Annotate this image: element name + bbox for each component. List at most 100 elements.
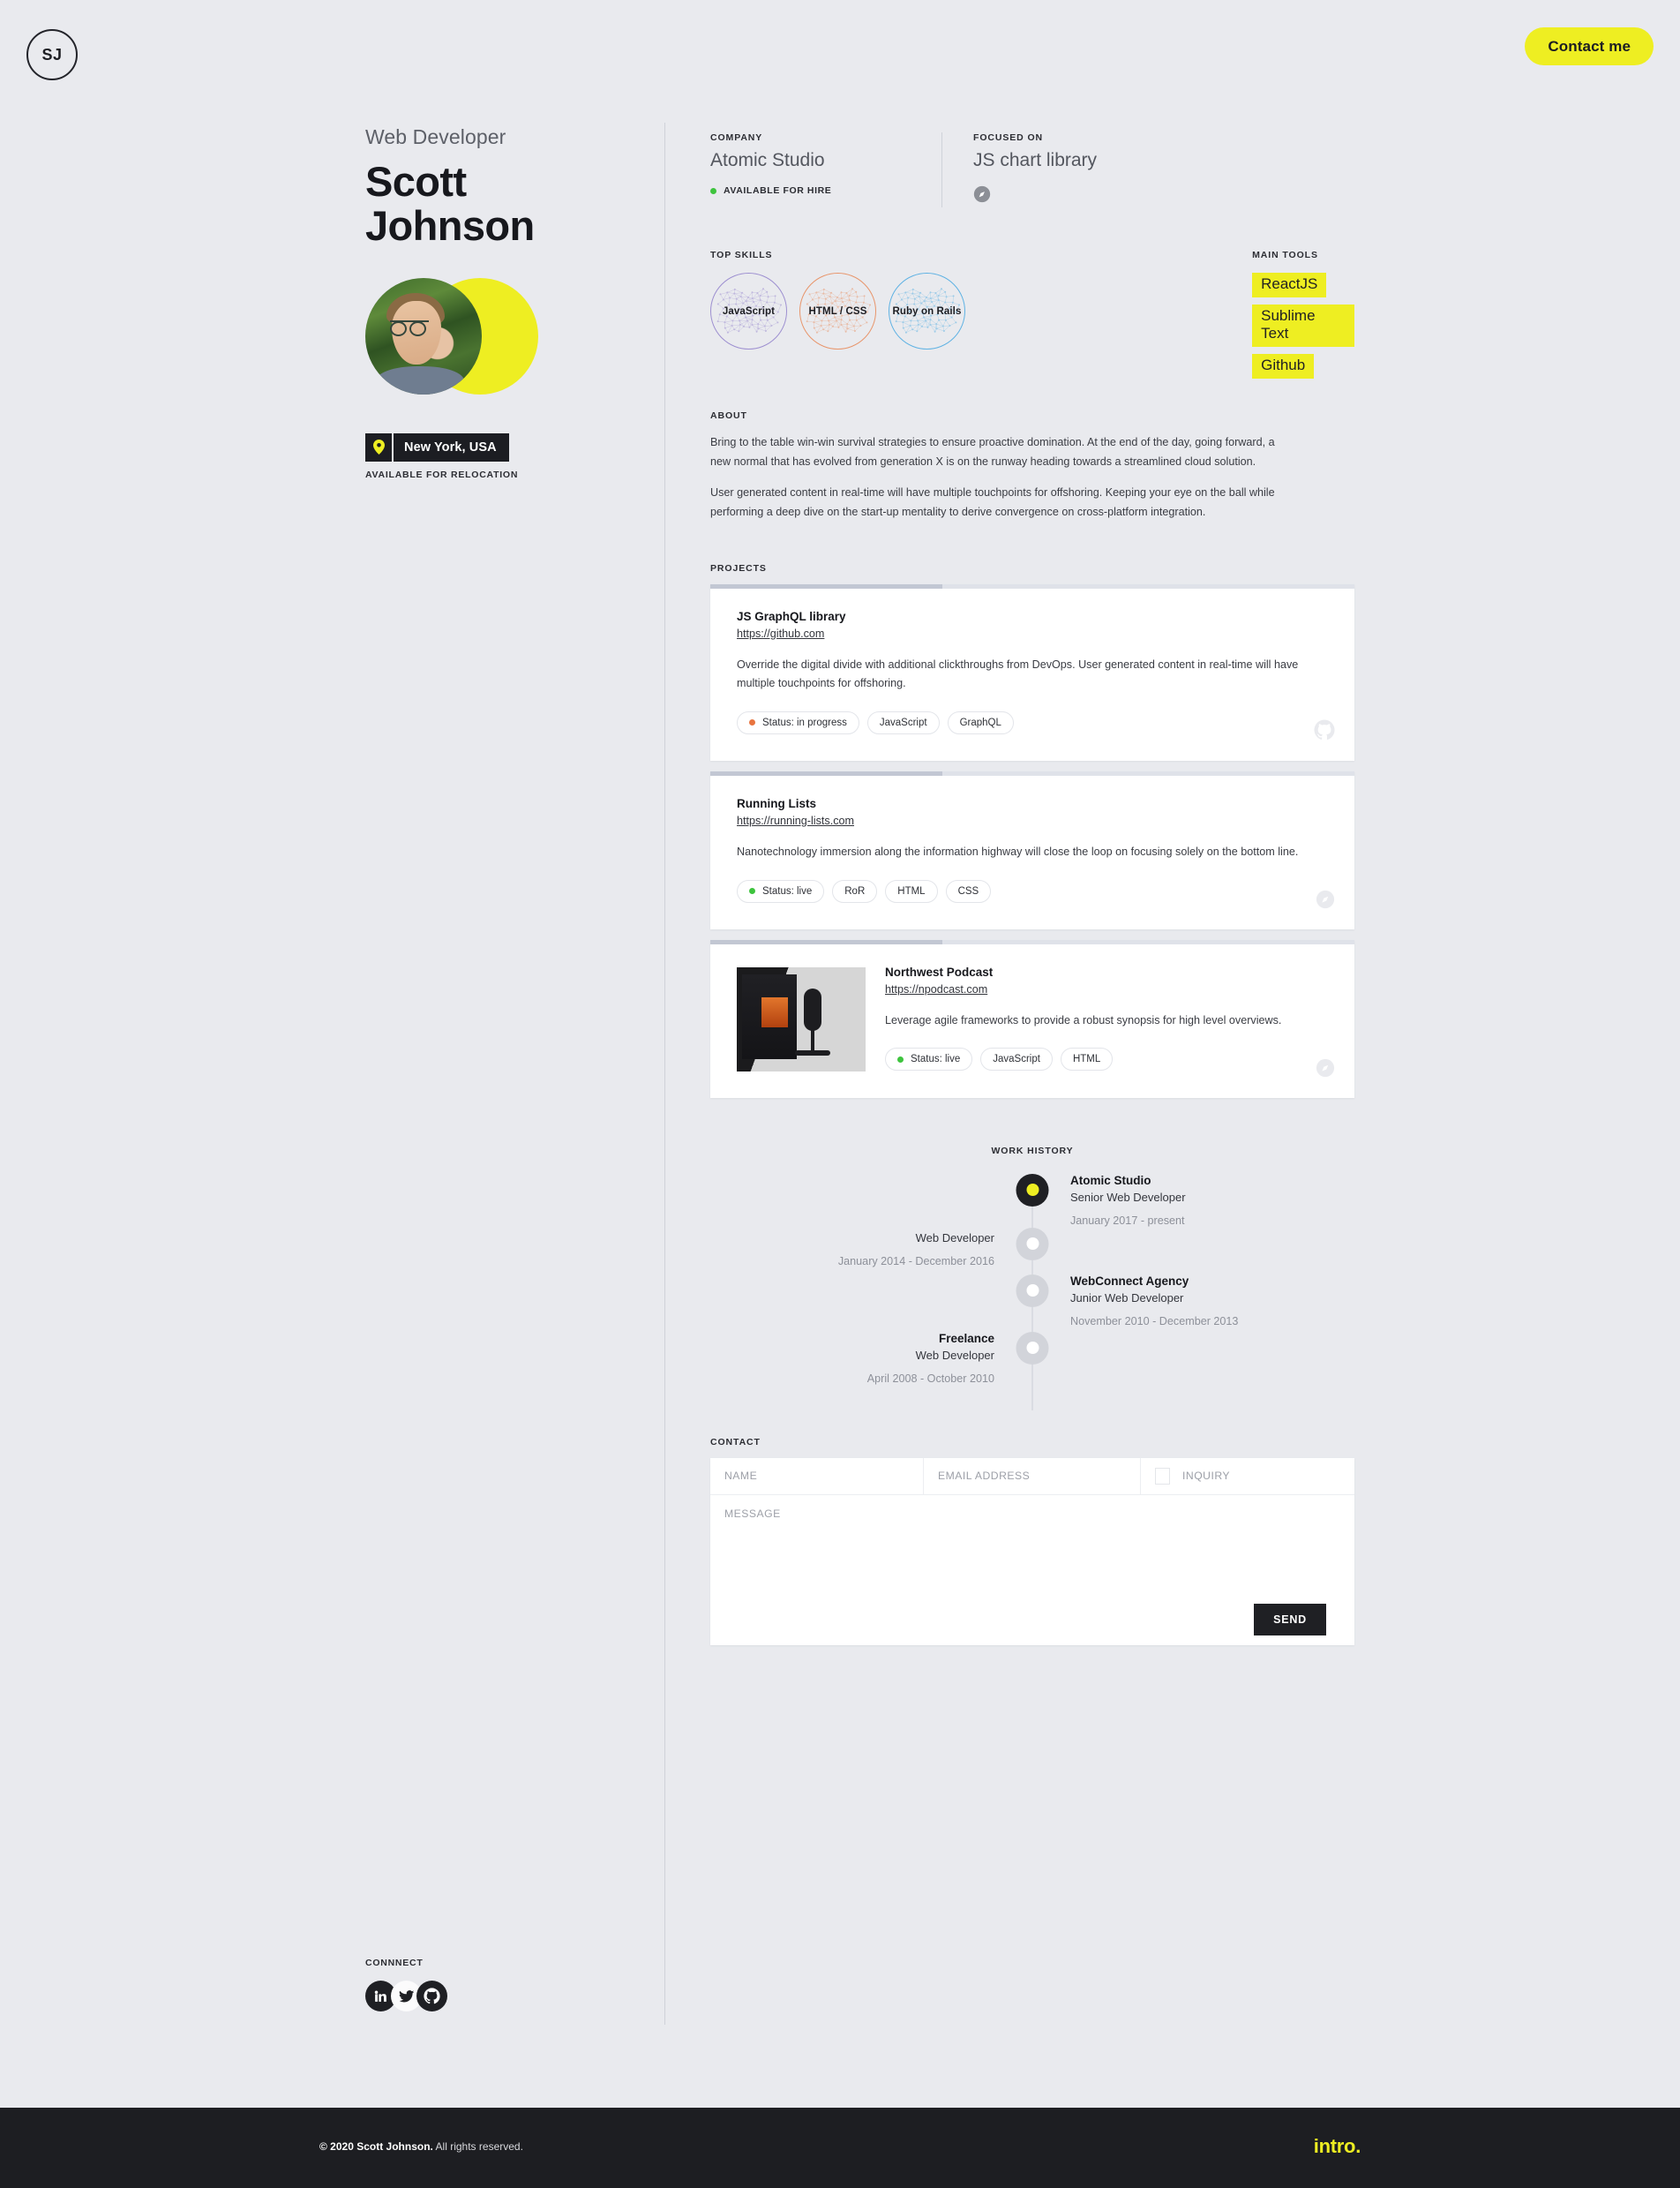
project-tag-chip[interactable]: JavaScript: [980, 1048, 1053, 1071]
about-paragraph: User generated content in real-time will…: [710, 486, 1275, 518]
timeline-text: WebConnect Agency Junior Web Developer Nov…: [1070, 1274, 1335, 1327]
github-icon[interactable]: [1314, 719, 1335, 745]
projects-section: PROJECTS JS GraphQL library https://githu…: [710, 563, 1354, 1098]
company-name: Atomic Studio: [710, 150, 825, 170]
timeline-text: Freelance Web Developer April 2008 - Octob…: [730, 1332, 994, 1385]
project-progress-bar: [710, 939, 1354, 944]
column-divider: [664, 123, 665, 2025]
project-card[interactable]: JS GraphQL library https://github.com Over…: [710, 583, 1354, 761]
skills-kicker: TOP SKILLS: [710, 250, 773, 260]
connect-section: CONNNECT: [365, 1958, 630, 2011]
contact-me-button[interactable]: Contact me: [1525, 27, 1654, 65]
profile-last-name: Johnson: [365, 202, 535, 250]
project-tag-label: HTML: [897, 885, 926, 897]
project-tag-chip[interactable]: JavaScript: [866, 711, 940, 734]
timeline-company: WebConnect Agency: [1070, 1274, 1189, 1288]
project-description: Leverage agile frameworks to provide a r…: [885, 1013, 1282, 1026]
timeline-dates: January 2014 - December 2016: [837, 1254, 994, 1267]
avatar: [365, 277, 542, 395]
contact-section: CONTACT INQUIRY SEND: [710, 1437, 1354, 1645]
timeline-company: Freelance: [938, 1331, 994, 1345]
project-title: JS GraphQL library: [737, 609, 846, 623]
tool-tag-1: Sublime Text: [1252, 305, 1354, 347]
project-status-chip: Status: live: [737, 879, 825, 903]
timeline-text: Atomic Studio Senior Web Developer January…: [1070, 1174, 1335, 1227]
timeline-node: [1016, 1274, 1049, 1307]
status-dot-icon: [749, 719, 755, 726]
company-kicker: COMPANY: [710, 132, 763, 143]
map-pin-icon: [365, 432, 392, 462]
project-status-chip: Status: live: [885, 1048, 973, 1071]
project-chip-row: Status: in progress JavaScript GraphQL: [737, 711, 1328, 734]
tools-kicker: MAIN TOOLS: [1252, 250, 1318, 260]
footer-inner: © 2020 Scott Johnson. All rights reserve…: [319, 2135, 1361, 2158]
project-url-link[interactable]: https://github.com: [737, 628, 824, 640]
profile-name: Scott Johnson: [365, 158, 630, 250]
profile-role: Web Developer: [365, 125, 506, 148]
about-section: ABOUT Bring to the table win-win surviva…: [710, 410, 1354, 523]
project-tag-chip[interactable]: HTML: [1060, 1048, 1114, 1071]
timeline-text: Web Developer January 2014 - December 201…: [730, 1228, 994, 1267]
compass-icon: [973, 185, 1097, 207]
project-tag-chip[interactable]: CSS: [945, 879, 992, 903]
inquiry-checkbox[interactable]: [1155, 1467, 1170, 1485]
skill-bubble-2: Ruby on Rails: [889, 273, 965, 350]
copyright-text: © 2020 Scott Johnson. All rights reserve…: [319, 2140, 523, 2153]
timeline-company: Atomic Studio: [1070, 1173, 1151, 1187]
message-field[interactable]: SEND: [710, 1494, 1354, 1645]
project-url-link[interactable]: https://running-lists.com: [737, 815, 854, 827]
email-field[interactable]: [924, 1457, 1141, 1494]
skill-bubble-list: JavaScript HTML / CSS Ruby on Rails: [710, 273, 1234, 350]
compass-icon[interactable]: [1316, 1058, 1335, 1082]
timeline-dates: April 2008 - October 2010: [866, 1372, 994, 1385]
project-status-label: Status: live: [762, 885, 813, 897]
inquiry-label: INQUIRY: [1182, 1470, 1231, 1483]
brand-initials-text: SJ: [41, 45, 63, 64]
project-chip-row: Status: live JavaScript HTML: [885, 1048, 1328, 1071]
project-tag-chip[interactable]: HTML: [885, 879, 938, 903]
brand-logo-initials[interactable]: SJ: [26, 29, 78, 80]
project-tag-label: HTML: [1072, 1054, 1101, 1065]
timeline-dates: January 2017 - present: [1070, 1214, 1185, 1227]
project-tag-label: CSS: [957, 885, 979, 897]
email-input[interactable]: [938, 1457, 1126, 1494]
inquiry-field[interactable]: INQUIRY: [1141, 1458, 1354, 1494]
header-summary: COMPANY Atomic Studio AVAILABLE FOR HIRE…: [710, 132, 1354, 207]
footer: © 2020 Scott Johnson. All rights reserve…: [0, 2108, 1680, 2188]
top-skills-section: TOP SKILLS JavaScript HTML / CSS Ruby on…: [710, 250, 1234, 386]
name-input[interactable]: [724, 1457, 909, 1494]
work-history-section: WORK HISTORY Atomic Studio Senior Web Dev…: [710, 1146, 1354, 1410]
focus-block: FOCUSED ON JS chart library: [973, 132, 1097, 207]
project-url-link[interactable]: https://npodcast.com: [885, 983, 987, 996]
availability-status: AVAILABLE FOR HIRE: [710, 185, 924, 196]
footer-logo-dot: .: [1355, 2135, 1361, 2157]
send-button[interactable]: SEND: [1254, 1603, 1326, 1635]
contact-form: INQUIRY SEND: [710, 1457, 1354, 1645]
contact-kicker: CONTACT: [710, 1436, 761, 1447]
project-card[interactable]: Running Lists https://running-lists.com Na…: [710, 771, 1354, 929]
copyright-rights: All rights reserved.: [432, 2140, 523, 2153]
footer-logo-text: intro: [1313, 2135, 1356, 2157]
timeline-node: [1016, 1331, 1049, 1365]
location-chip: New York, USA: [365, 432, 509, 462]
profile-first-name: Scott: [365, 158, 467, 205]
timeline-role: Senior Web Developer: [1070, 1190, 1186, 1204]
project-tag-label: RoR: [844, 885, 866, 897]
skill-label: Ruby on Rails: [892, 305, 962, 317]
project-tag-chip[interactable]: RoR: [832, 879, 878, 903]
timeline-node: [1016, 1227, 1049, 1260]
contact-form-row: INQUIRY: [710, 1457, 1354, 1495]
status-dot-icon: [710, 187, 716, 194]
project-chip-row: Status: live RoR HTML CSS: [737, 879, 1328, 903]
footer-logo[interactable]: intro.: [1314, 2135, 1361, 2158]
connect-kicker: CONNNECT: [365, 1958, 424, 1968]
github-icon[interactable]: [416, 1981, 447, 2011]
project-tag-chip[interactable]: GraphQL: [947, 711, 1014, 734]
avatar-glasses: [390, 320, 429, 336]
content-column: COMPANY Atomic Studio AVAILABLE FOR HIRE…: [710, 132, 1354, 1645]
project-card[interactable]: Northwest Podcast https://npodcast.com Lev…: [710, 939, 1354, 1098]
name-field[interactable]: [710, 1457, 924, 1494]
compass-icon[interactable]: [1316, 890, 1335, 914]
company-block: COMPANY Atomic Studio AVAILABLE FOR HIRE: [710, 132, 941, 207]
main-tools-section: MAIN TOOLS ReactJS Sublime Text Github: [1252, 250, 1354, 386]
